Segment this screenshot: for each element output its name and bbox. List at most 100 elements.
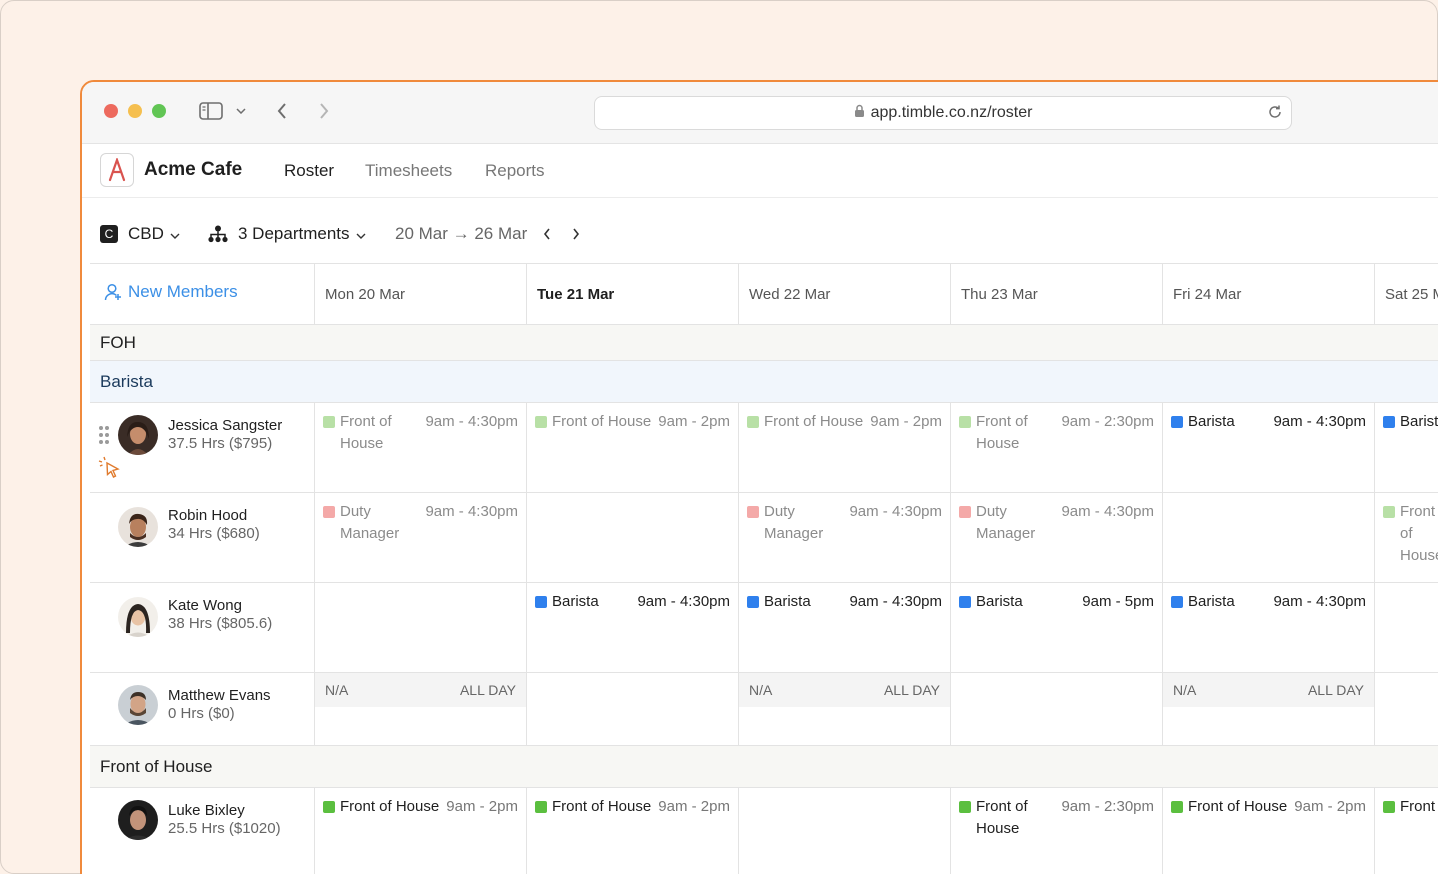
shift-card[interactable]: Barista 9am - 5pm	[959, 591, 1154, 613]
shift-cell[interactable]: Front of House 9am - 2:30pm	[950, 403, 1162, 492]
location-select[interactable]: C CBD	[100, 224, 180, 244]
maximize-window-button[interactable]	[152, 104, 166, 118]
shift-cell[interactable]: Barista 9am - 4:30pm	[738, 583, 950, 672]
app-logo-icon[interactable]	[100, 153, 134, 187]
shift-cell[interactable]: Front of House 9am - 2:30pm	[950, 788, 1162, 874]
employee-row-robin: Robin Hood 34 Hrs ($680) Duty Manager 9am…	[90, 493, 1438, 583]
shift-role: Front of House	[552, 413, 652, 430]
shift-cell[interactable]: Front of House 9am - 4:30pm	[314, 403, 526, 492]
day-header-wed[interactable]: Wed 22 Mar	[738, 264, 950, 324]
shift-cell[interactable]	[1162, 493, 1374, 582]
shift-card[interactable]: Front of House	[1383, 501, 1438, 567]
day-header-sat[interactable]: Sat 25 Mar	[1374, 264, 1438, 324]
shift-card[interactable]: Front of House 9am - 4:30pm	[323, 411, 518, 455]
employee-info[interactable]: Jessica Sangster 37.5 Hrs ($795)	[90, 403, 314, 492]
employee-name: Luke Bixley	[168, 802, 245, 819]
sidebar-toggle-icon[interactable]	[198, 98, 224, 124]
new-members-button[interactable]: New Members	[104, 282, 238, 302]
shift-card[interactable]: Barista 9am - 4:30pm	[747, 591, 942, 613]
shift-card[interactable]: Front of House 9am - 2:30pm	[959, 796, 1154, 840]
shift-cell[interactable]: Front	[1374, 788, 1438, 874]
shift-time: 9am - 4:30pm	[1273, 593, 1366, 610]
prev-week-icon[interactable]	[543, 228, 551, 240]
employee-info[interactable]: Luke Bixley 25.5 Hrs ($1020)	[90, 788, 314, 874]
shift-cell[interactable]	[526, 673, 738, 745]
shift-cell[interactable]: Barista	[1374, 403, 1438, 492]
shift-card[interactable]: Front of House 9am - 2pm	[323, 796, 518, 818]
employee-info[interactable]: Robin Hood 34 Hrs ($680)	[90, 493, 314, 582]
shift-cell[interactable]: Front of House 9am - 2pm	[738, 403, 950, 492]
employee-name: Kate Wong	[168, 597, 242, 614]
add-user-icon	[104, 283, 122, 301]
shift-card[interactable]: Front of House 9am - 2pm	[535, 411, 730, 433]
close-window-button[interactable]	[104, 104, 118, 118]
shift-cell[interactable]: Front of House 9am - 2pm	[526, 403, 738, 492]
drag-handle-icon[interactable]	[98, 425, 110, 450]
shift-card[interactable]: Barista 9am - 4:30pm	[1171, 411, 1366, 433]
shift-cell[interactable]: Duty Manager 9am - 4:30pm	[950, 493, 1162, 582]
back-icon[interactable]	[274, 98, 290, 124]
shift-card[interactable]: Front	[1383, 796, 1438, 818]
shift-cell[interactable]: Duty Manager 9am - 4:30pm	[314, 493, 526, 582]
reload-icon[interactable]	[1267, 104, 1283, 125]
nav-timesheets[interactable]: Timesheets	[365, 161, 452, 181]
shift-card[interactable]: Duty Manager 9am - 4:30pm	[959, 501, 1154, 545]
shift-cell[interactable]: Front of House	[1374, 493, 1438, 582]
shift-time: 9am - 4:30pm	[849, 503, 942, 520]
shift-card[interactable]: Barista	[1383, 411, 1438, 433]
shift-cell[interactable]	[1374, 583, 1438, 672]
shift-card[interactable]: Front of House 9am - 2pm	[1171, 796, 1366, 818]
shift-card[interactable]: Front of House 9am - 2pm	[535, 796, 730, 818]
shift-time: 9am - 2pm	[658, 798, 730, 815]
shift-cell[interactable]	[314, 583, 526, 672]
address-bar[interactable]: app.timble.co.nz/roster	[594, 96, 1292, 130]
roster-toolbar: C CBD 3 Departments 20 Mar → 26 Mar	[82, 198, 1438, 264]
shift-cell[interactable]: Front of House 9am - 2pm	[1162, 788, 1374, 874]
chevron-down-icon[interactable]	[234, 98, 248, 124]
day-header-tue[interactable]: Tue 21 Mar	[526, 264, 738, 324]
departments-select[interactable]: 3 Departments	[208, 224, 366, 244]
unavailable-block[interactable]: N/A ALL DAY	[739, 673, 950, 707]
shift-cell[interactable]	[526, 493, 738, 582]
shift-card[interactable]: Duty Manager 9am - 4:30pm	[747, 501, 942, 545]
employee-info[interactable]: Matthew Evans 0 Hrs ($0)	[90, 673, 314, 745]
shift-cell[interactable]	[738, 788, 950, 874]
shift-card[interactable]: Duty Manager 9am - 4:30pm	[323, 501, 518, 545]
shift-cell[interactable]: N/A ALL DAY	[738, 673, 950, 745]
day-header-fri[interactable]: Fri 24 Mar	[1162, 264, 1374, 324]
shift-cell[interactable]: Barista 9am - 4:30pm	[526, 583, 738, 672]
shift-card[interactable]: Front of House 9am - 2pm	[747, 411, 942, 433]
shift-cell[interactable]	[950, 673, 1162, 745]
role-color-swatch	[535, 416, 547, 428]
day-header-mon[interactable]: Mon 20 Mar	[314, 264, 526, 324]
unavailable-label: N/A	[749, 682, 773, 698]
shift-cell[interactable]	[1374, 673, 1438, 745]
shift-cell[interactable]: Front of House 9am - 2pm	[314, 788, 526, 874]
shift-cell[interactable]: Barista 9am - 4:30pm	[1162, 403, 1374, 492]
shift-cell[interactable]: N/A ALL DAY	[1162, 673, 1374, 745]
nav-roster[interactable]: Roster	[284, 161, 334, 181]
shift-card[interactable]: Barista 9am - 4:30pm	[1171, 591, 1366, 613]
employee-info[interactable]: Kate Wong 38 Hrs ($805.6)	[90, 583, 314, 672]
shift-cell[interactable]: Barista 9am - 5pm	[950, 583, 1162, 672]
day-header-thu[interactable]: Thu 23 Mar	[950, 264, 1162, 324]
shift-time: 9am - 4:30pm	[425, 413, 518, 430]
shift-cell[interactable]: Front of House 9am - 2pm	[526, 788, 738, 874]
nav-reports[interactable]: Reports	[485, 161, 545, 181]
unavailable-block[interactable]: N/A ALL DAY	[1163, 673, 1374, 707]
next-week-icon[interactable]	[572, 228, 580, 240]
shift-time: 9am - 4:30pm	[1061, 503, 1154, 520]
minimize-window-button[interactable]	[128, 104, 142, 118]
unavailable-label: N/A	[1173, 682, 1197, 698]
shift-cell[interactable]: Duty Manager 9am - 4:30pm	[738, 493, 950, 582]
shift-role: Front of House	[1188, 798, 1288, 815]
unavailable-block[interactable]: N/A ALL DAY	[315, 673, 526, 707]
lock-icon	[854, 104, 865, 123]
shift-role: Barista	[764, 593, 811, 610]
forward-icon[interactable]	[316, 98, 332, 124]
shift-card[interactable]: Barista 9am - 4:30pm	[535, 591, 730, 613]
shift-cell[interactable]: Barista 9am - 4:30pm	[1162, 583, 1374, 672]
shift-cell[interactable]: N/A ALL DAY	[314, 673, 526, 745]
shift-card[interactable]: Front of House 9am - 2:30pm	[959, 411, 1154, 455]
employee-name: Robin Hood	[168, 507, 248, 524]
